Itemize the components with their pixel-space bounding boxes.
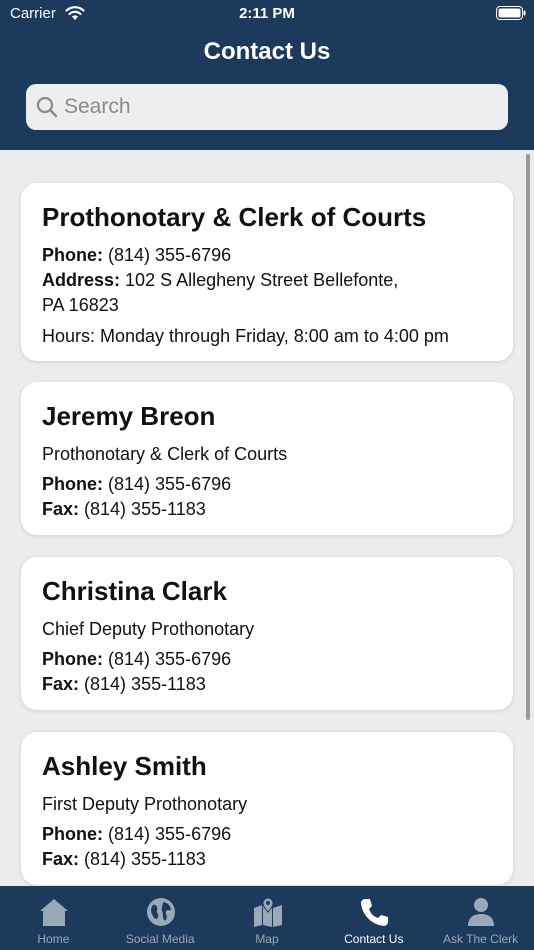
office-hours: Hours: Monday through Friday, 8:00 am to…	[42, 326, 449, 346]
card-title: Christina Clark	[42, 576, 227, 606]
phone-line[interactable]: Phone: (814) 355-6796	[42, 822, 492, 847]
phone-line[interactable]: Phone: (814) 355-6796	[42, 647, 492, 672]
card-role: First Deputy Prothonotary	[42, 794, 248, 814]
tab-label: Home	[37, 932, 70, 946]
phone-number[interactable]: (814) 355-6796	[108, 824, 231, 844]
contact-list[interactable]: Prothonotary & Clerk of Courts Phone: (8…	[0, 150, 534, 886]
search-input[interactable]	[64, 84, 494, 130]
phone-number[interactable]: (814) 355-6796	[108, 649, 231, 669]
phone-line[interactable]: Phone: (814) 355-6796	[42, 472, 492, 497]
card-role: Chief Deputy Prothonotary	[42, 619, 255, 639]
address-text[interactable]: 102 S Allegheny Street Bellefonte,	[125, 270, 398, 290]
card-title: Ashley Smith	[42, 751, 207, 781]
phone-label: Phone:	[42, 824, 103, 844]
tab-label: Contact Us	[344, 932, 404, 946]
fax-number[interactable]: (814) 355-1183	[84, 499, 206, 519]
contact-card-person[interactable]: Jeremy Breon Prothonotary & Clerk of Cou…	[21, 382, 513, 535]
phone-icon	[361, 899, 389, 926]
search-icon	[36, 96, 58, 118]
fax-line[interactable]: Fax: (814) 355-1183	[42, 672, 492, 697]
fax-label: Fax:	[42, 849, 80, 869]
phone-number[interactable]: (814) 355-6796	[108, 245, 231, 265]
tab-label: Social Media	[125, 932, 195, 946]
fax-label: Fax:	[42, 674, 80, 694]
battery-icon	[496, 6, 526, 20]
contact-card-person[interactable]: Ashley Smith First Deputy Prothonotary P…	[21, 732, 513, 885]
tab-home[interactable]: Home	[0, 886, 107, 950]
address-line[interactable]: Address: 102 S Allegheny Street Bellefon…	[42, 268, 492, 293]
card-title: Jeremy Breon	[42, 401, 216, 431]
header-bar: Carrier 2:11 PM Contact Us	[0, 0, 534, 150]
phone-label: Phone:	[42, 245, 103, 265]
tab-ask-the-clerk[interactable]: Ask The Clerk	[427, 886, 534, 950]
tab-contact-us[interactable]: Contact Us	[320, 886, 427, 950]
tab-bar: Home Social Media Map Contact Us Ask The…	[0, 886, 534, 950]
card-role: Prothonotary & Clerk of Courts	[42, 444, 288, 464]
fax-number[interactable]: (814) 355-1183	[84, 849, 206, 869]
status-time: 2:11 PM	[239, 5, 295, 22]
phone-number[interactable]: (814) 355-6796	[108, 474, 231, 494]
fax-line[interactable]: Fax: (814) 355-1183	[42, 497, 492, 522]
tab-label: Ask The Clerk	[443, 932, 519, 946]
phone-label: Phone:	[42, 474, 103, 494]
tab-label: Map	[255, 932, 279, 946]
fax-number[interactable]: (814) 355-1183	[84, 674, 206, 694]
fax-label: Fax:	[42, 499, 80, 519]
search-bar[interactable]	[26, 84, 508, 130]
map-icon	[253, 897, 282, 927]
tab-social-media[interactable]: Social Media	[107, 886, 214, 950]
home-icon	[40, 899, 68, 926]
tab-map[interactable]: Map	[214, 886, 321, 950]
page-title: Contact Us	[203, 38, 331, 65]
person-icon	[468, 898, 495, 926]
contact-card-office[interactable]: Prothonotary & Clerk of Courts Phone: (8…	[21, 183, 513, 361]
address-label: Address:	[42, 270, 121, 290]
status-bar: Carrier 2:11 PM	[0, 0, 534, 30]
globe-icon	[146, 898, 175, 926]
phone-label: Phone:	[42, 649, 103, 669]
fax-line[interactable]: Fax: (814) 355-1183	[42, 847, 492, 872]
card-title: Prothonotary & Clerk of Courts	[42, 202, 427, 232]
scrollbar[interactable]	[526, 154, 530, 720]
phone-line[interactable]: Phone: (814) 355-6796	[42, 243, 492, 268]
address-line-2[interactable]: PA 16823	[42, 293, 492, 318]
contact-card-person[interactable]: Christina Clark Chief Deputy Prothonotar…	[21, 557, 513, 710]
